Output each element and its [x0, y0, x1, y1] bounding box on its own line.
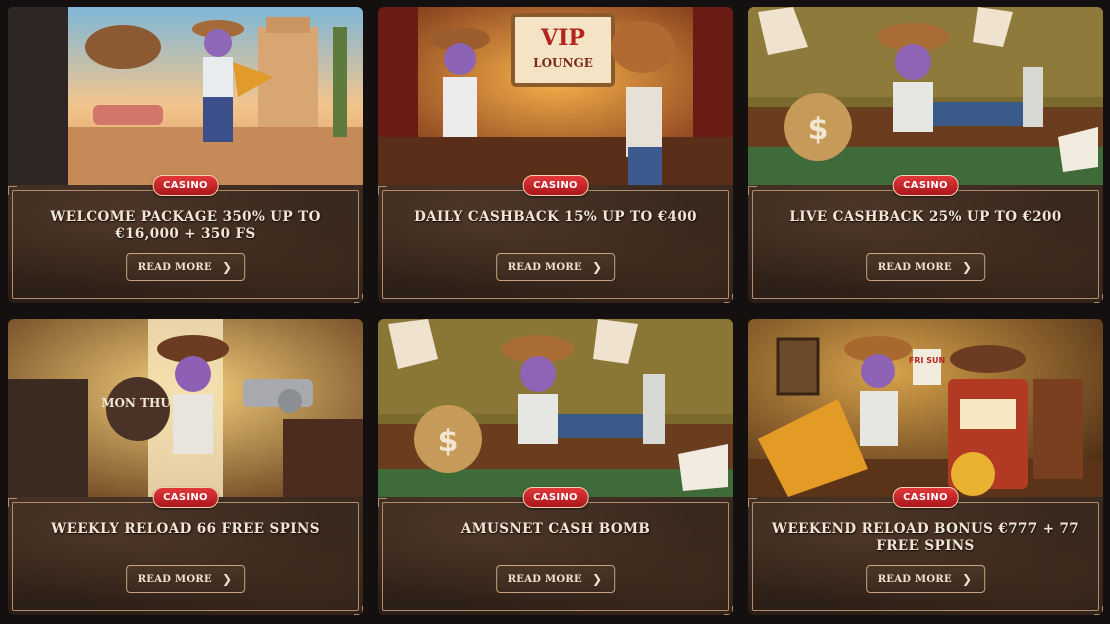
chevron-right-icon: ❯ [221, 260, 233, 274]
read-more-button[interactable]: READ MORE ❯ [125, 253, 246, 281]
promo-card-amusnet-cash-bomb[interactable]: $ CASINO AMUSNET CASH BOMB READ MORE ❯ [378, 319, 733, 615]
promo-image: $ [748, 7, 1103, 185]
read-more-label: READ MORE [877, 261, 952, 273]
promo-title: LIVE CASHBACK 25% UP TO €200 [789, 209, 1062, 225]
casino-badge: CASINO [152, 487, 219, 508]
promo-panel: CASINO AMUSNET CASH BOMB READ MORE ❯ [378, 487, 733, 615]
read-more-button[interactable]: READ MORE ❯ [495, 565, 616, 593]
promo-panel: CASINO WEEKEND RELOAD BONUS €777 + 77 FR… [748, 487, 1103, 615]
chevron-right-icon: ❯ [961, 572, 973, 586]
svg-text:$: $ [438, 424, 459, 459]
chevron-right-icon: ❯ [221, 572, 233, 586]
read-more-button[interactable]: READ MORE ❯ [865, 253, 986, 281]
promo-panel: CASINO WELCOME PACKAGE 350% UP TO €16,00… [8, 175, 363, 303]
read-more-label: READ MORE [507, 573, 582, 585]
promo-image [8, 7, 363, 185]
svg-text:$: $ [808, 112, 829, 147]
read-more-label: READ MORE [137, 261, 212, 273]
casino-badge: CASINO [522, 487, 589, 508]
promo-card-weekend-reload[interactable]: FRI SUN CASINO WEEKEND RELOAD BONUS €777… [748, 319, 1103, 615]
svg-text:VIP: VIP [540, 25, 585, 51]
chevron-right-icon: ❯ [591, 260, 603, 274]
promo-image: FRI SUN [748, 319, 1103, 497]
svg-text:LOUNGE: LOUNGE [533, 56, 593, 70]
promo-image: VIP LOUNGE [378, 7, 733, 185]
promo-panel: CASINO DAILY CASHBACK 15% UP TO €400 REA… [378, 175, 733, 303]
promo-card-welcome-package[interactable]: CASINO WELCOME PACKAGE 350% UP TO €16,00… [8, 7, 363, 303]
promo-title: WELCOME PACKAGE 350% UP TO €16,000 + 350… [50, 209, 321, 242]
read-more-label: READ MORE [507, 261, 582, 273]
casino-badge: CASINO [152, 175, 219, 196]
promo-title: AMUSNET CASH BOMB [460, 521, 651, 537]
promo-card-weekly-reload[interactable]: MON THU CASINO WEEKLY RELOAD 66 FREE SPI… [8, 319, 363, 615]
read-more-button[interactable]: READ MORE ❯ [865, 565, 986, 593]
promo-card-live-cashback[interactable]: $ CASINO LIVE CASHBACK 25% UP TO €200 RE… [748, 7, 1103, 303]
promo-panel: CASINO WEEKLY RELOAD 66 FREE SPINS READ … [8, 487, 363, 615]
read-more-label: READ MORE [877, 573, 952, 585]
promo-title: WEEKLY RELOAD 66 FREE SPINS [51, 521, 320, 537]
casino-badge: CASINO [522, 175, 589, 196]
casino-badge: CASINO [892, 487, 959, 508]
promo-image: MON THU [8, 319, 363, 497]
read-more-button[interactable]: READ MORE ❯ [495, 253, 616, 281]
read-more-button[interactable]: READ MORE ❯ [125, 565, 246, 593]
read-more-label: READ MORE [137, 573, 212, 585]
chevron-right-icon: ❯ [591, 572, 603, 586]
svg-text:FRI SUN: FRI SUN [909, 356, 945, 365]
promo-card-daily-cashback[interactable]: VIP LOUNGE CASINO DAILY CASHBACK 15% UP … [378, 7, 733, 303]
promo-image: $ [378, 319, 733, 497]
casino-badge: CASINO [892, 175, 959, 196]
chevron-right-icon: ❯ [961, 260, 973, 274]
promo-title: WEEKEND RELOAD BONUS €777 + 77 FREE SPIN… [771, 521, 1080, 554]
promo-title: DAILY CASHBACK 15% UP TO €400 [414, 209, 697, 225]
svg-text:MON THU: MON THU [101, 396, 171, 410]
promo-panel: CASINO LIVE CASHBACK 25% UP TO €200 READ… [748, 175, 1103, 303]
promotions-grid: CASINO WELCOME PACKAGE 350% UP TO €16,00… [0, 0, 1110, 624]
